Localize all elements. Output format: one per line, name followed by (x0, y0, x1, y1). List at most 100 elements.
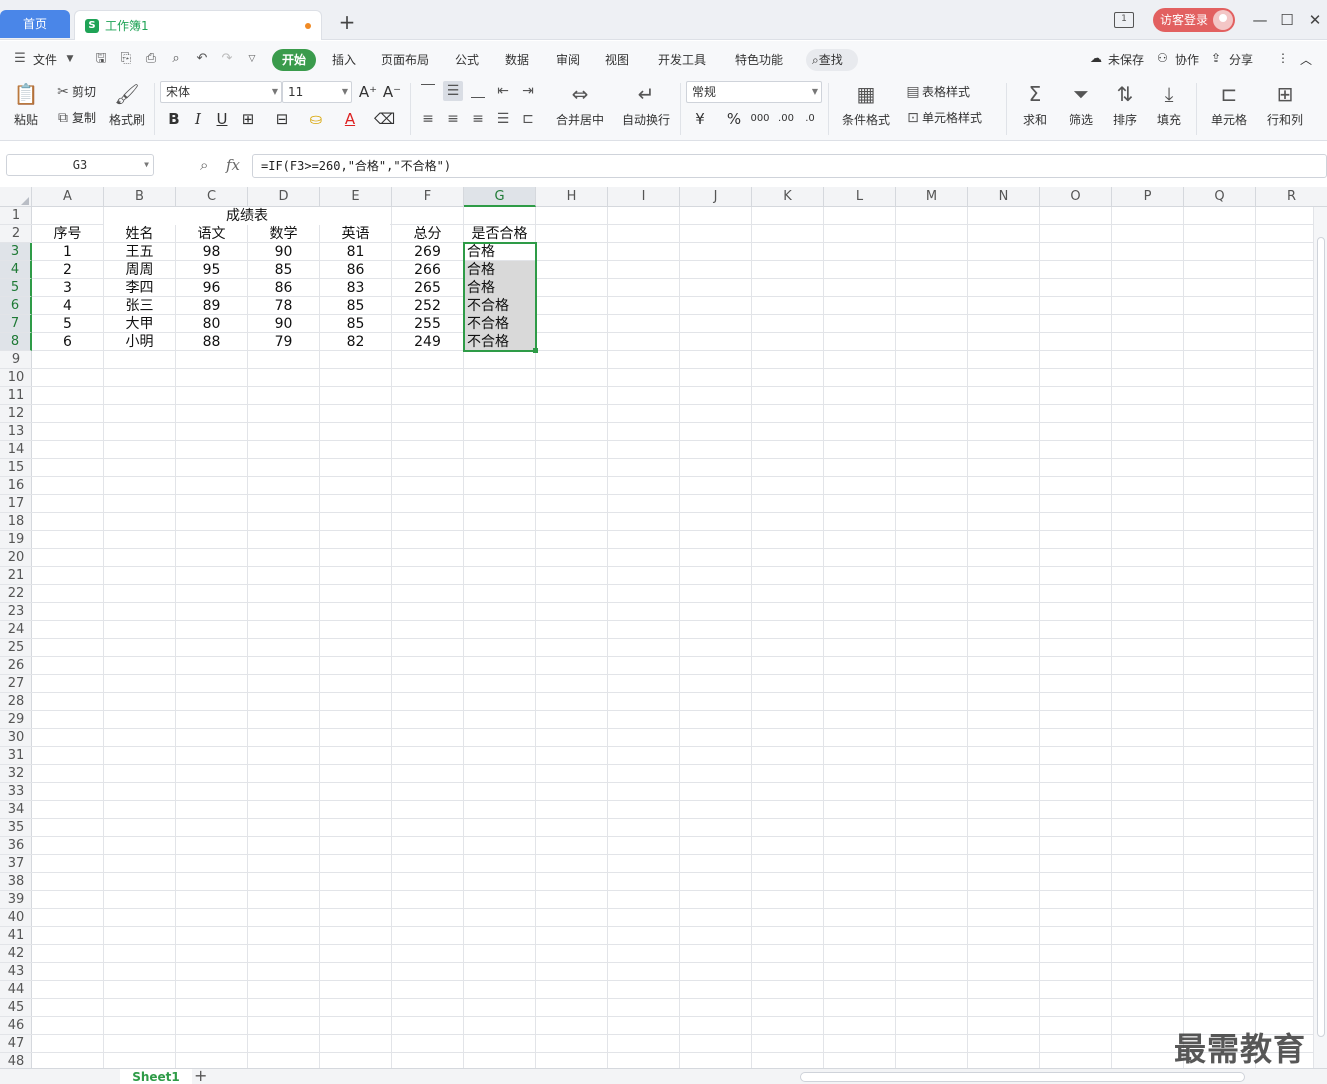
row-header-1[interactable]: 1 (0, 207, 32, 225)
row-header-28[interactable]: 28 (0, 693, 32, 711)
formula-input[interactable]: =IF(F3>=260,"合格","不合格") (252, 154, 1327, 178)
column-header-f[interactable]: F (392, 187, 464, 207)
data-cell[interactable]: 78 (248, 297, 319, 315)
column-header-q[interactable]: Q (1184, 187, 1256, 207)
fill-pattern-icon[interactable]: ⊟ (272, 109, 292, 129)
print-icon[interactable]: ⎙ (143, 51, 159, 67)
percent-icon[interactable]: % (724, 109, 744, 129)
row-header-15[interactable]: 15 (0, 459, 32, 477)
cell-button[interactable]: ⊏ 单元格 (1206, 81, 1252, 128)
row-header-16[interactable]: 16 (0, 477, 32, 495)
row-header-7[interactable]: 7 (0, 315, 32, 333)
border-icon[interactable]: ⊞ (238, 109, 258, 129)
font-color-icon[interactable]: A (340, 109, 360, 129)
data-cell[interactable]: 266 (392, 261, 463, 279)
data-cell[interactable]: 86 (320, 261, 391, 279)
data-cell[interactable]: 96 (176, 279, 247, 297)
result-cell[interactable]: 不合格 (464, 333, 535, 351)
align-center-icon[interactable]: ≡ (443, 109, 463, 129)
increase-indent-icon[interactable]: ⇥ (518, 81, 538, 101)
data-cell[interactable]: 89 (176, 297, 247, 315)
row-header-17[interactable]: 17 (0, 495, 32, 513)
italic-icon[interactable]: I (188, 109, 208, 129)
row-header-34[interactable]: 34 (0, 801, 32, 819)
row-header-26[interactable]: 26 (0, 657, 32, 675)
export-icon[interactable]: ⎘ (118, 51, 134, 67)
column-header-a[interactable]: A (32, 187, 104, 207)
data-cell[interactable]: 95 (176, 261, 247, 279)
align-right-icon[interactable]: ≡ (468, 109, 488, 129)
maximize-button[interactable]: ☐ (1277, 8, 1297, 32)
filter-button[interactable]: ⏷ 筛选 (1062, 81, 1100, 128)
decrease-font-icon[interactable]: A⁻ (382, 82, 402, 102)
cell-area[interactable]: 序号 姓名 语文 数学 英语 总分 是否合格 1 王五 98 90 81 269 合格 2 周周 95 85 86 2… (32, 207, 1327, 1068)
table-style-button[interactable]: ▤ 表格样式 (904, 83, 970, 101)
column-header-r[interactable]: R (1256, 187, 1327, 207)
row-header-38[interactable]: 38 (0, 873, 32, 891)
row-header-18[interactable]: 18 (0, 513, 32, 531)
result-cell[interactable]: 不合格 (464, 297, 535, 315)
menu-developer[interactable]: 开发工具 (658, 51, 706, 68)
sort-button[interactable]: ⇅ 排序 (1106, 81, 1144, 128)
row-header-8[interactable]: 8 (0, 333, 32, 351)
row-header-27[interactable]: 27 (0, 675, 32, 693)
result-cell[interactable]: 不合格 (464, 315, 535, 333)
header-cell[interactable]: 姓名 (104, 225, 175, 243)
header-cell[interactable]: 数学 (248, 225, 319, 243)
row-header-42[interactable]: 42 (0, 945, 32, 963)
row-header-32[interactable]: 32 (0, 765, 32, 783)
row-header-13[interactable]: 13 (0, 423, 32, 441)
increase-font-icon[interactable]: A⁺ (358, 82, 378, 102)
column-header-g[interactable]: G (464, 187, 536, 207)
data-cell[interactable]: 6 (32, 333, 103, 351)
vertical-scrollbar[interactable] (1313, 207, 1327, 1068)
menu-formula[interactable]: 公式 (455, 51, 479, 68)
header-cell[interactable]: 总分 (392, 225, 463, 243)
menu-insert[interactable]: 插入 (332, 51, 356, 68)
sheet-title-cell[interactable]: 成绩表 (104, 207, 390, 225)
row-header-11[interactable]: 11 (0, 387, 32, 405)
align-middle-icon[interactable]: ☰ (443, 81, 463, 101)
menu-file[interactable]: 文件 (33, 51, 57, 68)
row-header-19[interactable]: 19 (0, 531, 32, 549)
save-icon[interactable]: 🖫 (93, 51, 109, 67)
align-top-icon[interactable]: ⎺ (418, 81, 438, 101)
fill-handle[interactable] (533, 348, 538, 353)
row-header-44[interactable]: 44 (0, 981, 32, 999)
row-header-47[interactable]: 47 (0, 1035, 32, 1053)
row-header-23[interactable]: 23 (0, 603, 32, 621)
minimize-button[interactable]: — (1250, 8, 1270, 32)
hamburger-icon[interactable]: ☰ (12, 51, 28, 67)
row-header-35[interactable]: 35 (0, 819, 32, 837)
decrease-decimal-icon[interactable]: .0 (800, 109, 820, 129)
format-painter-button[interactable]: 🖌 格式刷 (106, 81, 148, 128)
customize-chevron-icon[interactable]: ▽ (244, 51, 260, 67)
column-header-d[interactable]: D (248, 187, 320, 207)
row-header-39[interactable]: 39 (0, 891, 32, 909)
data-cell[interactable]: 83 (320, 279, 391, 297)
horizontal-scrollbar[interactable] (800, 1072, 1245, 1082)
sheet-tab-sheet1[interactable]: Sheet1 (120, 1069, 192, 1084)
header-cell[interactable]: 英语 (320, 225, 391, 243)
fill-color-icon[interactable]: ⛀ (306, 109, 326, 129)
data-cell[interactable]: 王五 (104, 243, 175, 261)
thousands-icon[interactable]: 000 (750, 109, 770, 129)
paste-button[interactable]: 📋 粘贴 (8, 81, 44, 128)
search-button[interactable]: ⌕查找 (806, 49, 858, 71)
column-header-e[interactable]: E (320, 187, 392, 207)
data-cell[interactable]: 3 (32, 279, 103, 297)
distributed-icon[interactable]: ⊏ (518, 109, 538, 129)
guest-login-button[interactable]: 访客登录 (1153, 8, 1235, 32)
rows-cols-button[interactable]: ⊞ 行和列 (1262, 81, 1308, 128)
fill-button[interactable]: ⤓ 填充 (1150, 81, 1188, 128)
row-header-43[interactable]: 43 (0, 963, 32, 981)
data-cell[interactable]: 81 (320, 243, 391, 261)
column-header-b[interactable]: B (104, 187, 176, 207)
font-size-select[interactable]: 11 ▼ (282, 81, 352, 103)
collapse-ribbon-icon[interactable]: ︿ (1300, 51, 1312, 68)
data-cell[interactable]: 2 (32, 261, 103, 279)
data-cell[interactable]: 88 (176, 333, 247, 351)
merge-center-button[interactable]: ⇔ 合并居中 (550, 81, 610, 128)
header-cell[interactable]: 语文 (176, 225, 247, 243)
window-count-icon[interactable]: 1 (1114, 12, 1134, 28)
